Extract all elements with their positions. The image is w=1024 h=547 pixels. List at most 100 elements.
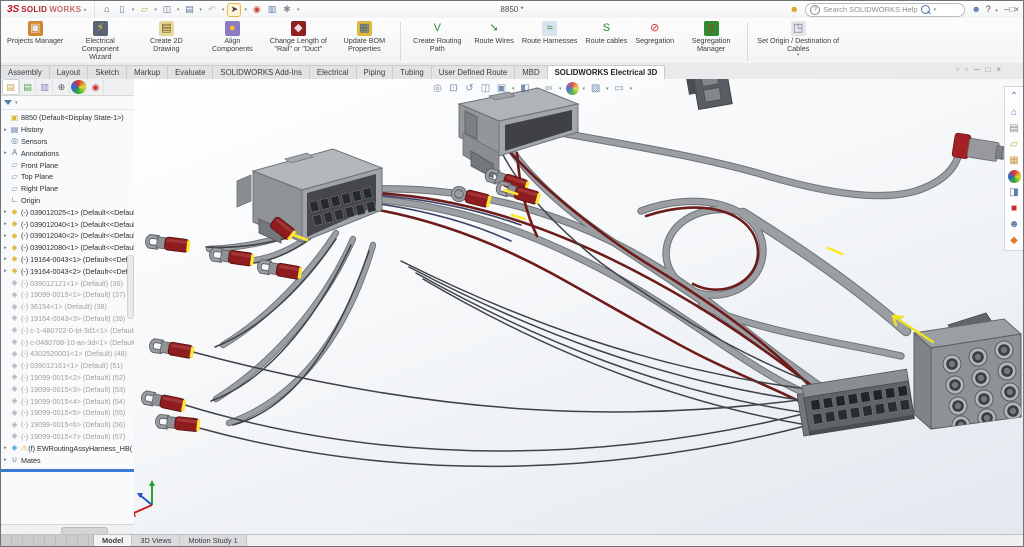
tree-item[interactable]: ◈(-) c-1-480702-0-bt-3d1<1> (Default [1, 324, 134, 336]
new-window-icon[interactable]: ▫ [956, 65, 959, 74]
tree-item[interactable]: ◎Sensors [1, 136, 134, 148]
create-routing-path-button[interactable]: VCreate Routing Path [404, 19, 470, 64]
doc-close-button[interactable]: × [996, 65, 1001, 74]
tree-item[interactable]: ▸◈(-) 039012040<2> (Default<<Default [1, 230, 134, 242]
tab-tubing[interactable]: Tubing [392, 65, 432, 79]
dropdown-caret-icon[interactable]: ▾ [559, 86, 562, 92]
zoom-fit-icon[interactable]: ◎ [431, 82, 444, 95]
view-settings-icon[interactable]: ▭ [613, 82, 626, 95]
dropdown-caret-icon[interactable]: ▾ [512, 86, 515, 92]
tree-item[interactable]: ◈(-) 039012161<1> (Default) (51) [1, 360, 134, 372]
graphics-viewport[interactable]: ◎⊡↺◫▣▾◧▾∞▾▾▧▾▭▾ [134, 79, 1023, 535]
tab-user-defined-route[interactable]: User Defined Route [431, 65, 515, 79]
save-icon[interactable]: ◫ [161, 4, 173, 16]
tree-item[interactable]: ◈(-) 36154<1> (Default) (38) [1, 301, 134, 313]
create-2d-drawing-button[interactable]: ▤Create 2D Drawing [133, 19, 199, 64]
connector-12-socket[interactable] [914, 313, 1022, 434]
tree-item[interactable]: ◈(-) 4302520001<1> (Default) (48) [1, 348, 134, 360]
update-bom-properties-button[interactable]: ▦Update BOM Properties [331, 19, 397, 64]
options-icon[interactable]: ✱ [281, 4, 293, 16]
tree-item[interactable]: ▸◈(-) 039012025<1> (Default<<Default [1, 206, 134, 218]
tab-electrical[interactable]: Electrical [309, 65, 357, 79]
dropdown-caret-icon[interactable]: ▾ [297, 7, 300, 13]
tree-item[interactable]: ▣8850 (Default<Display State-1>) [1, 112, 134, 124]
tree-item[interactable]: ◈(-) 19099-0015<3> (Default) (53) [1, 383, 134, 395]
logo-flyout-icon[interactable]: ▸ [84, 7, 87, 13]
route-harnesses-button[interactable]: ≈Route Harnesses [518, 19, 582, 64]
print-icon[interactable]: ▤ [183, 4, 195, 16]
align-components-button[interactable]: ●Align Components [199, 19, 265, 64]
route-wires-button[interactable]: ➘Route Wires [470, 19, 518, 64]
appearances-scenes-icon[interactable] [1008, 170, 1021, 183]
dropdown-caret-icon[interactable]: ▾ [630, 86, 633, 92]
solidworks-resources-icon[interactable]: ⌂ [1008, 106, 1021, 119]
close-button[interactable]: × [1014, 5, 1019, 14]
tree-item[interactable]: ∟Origin [1, 195, 134, 207]
dropdown-caret-icon[interactable]: ▾ [583, 86, 586, 92]
tab-piping[interactable]: Piping [356, 65, 394, 79]
forum-icon[interactable]: ☻ [1008, 218, 1021, 231]
feedback-icon[interactable]: ☻ [788, 4, 800, 16]
search-icon[interactable] [921, 5, 930, 14]
tree-item[interactable]: ◈(-) 039012121<1> (Default) (36) [1, 277, 134, 289]
bottom-tab-3d-views[interactable]: 3D Views [132, 535, 180, 546]
tree-item[interactable]: ▸AAnnotations [1, 147, 134, 159]
undo-icon[interactable]: ↶ [206, 4, 218, 16]
view-palette-icon[interactable]: ▦ [1008, 154, 1021, 167]
tree-item[interactable]: ▱Front Plane [1, 159, 134, 171]
dropdown-caret-icon[interactable]: ▾ [199, 7, 202, 13]
open-icon[interactable]: ▱ [138, 4, 150, 16]
tree-item[interactable]: ▸◈(-) 19164-0043<2> (Default<<Defau [1, 265, 134, 277]
search-input[interactable]: ? Search SOLIDWORKS Help ▾ [805, 3, 965, 17]
tree-item[interactable]: ▸◈(-) 039012080<1> (Default<<Default [1, 242, 134, 254]
route-cables-button[interactable]: SRoute cables [581, 19, 631, 64]
change-length-of-rail-or-duct-button[interactable]: ◆Change Length of "Rail" or "Duct" [265, 19, 331, 64]
tab-markup[interactable]: Markup [126, 65, 168, 79]
set-origin-destination-of-cables-button[interactable]: ◳Set Origin / Destination of Cables▾ [751, 19, 845, 64]
help-icon[interactable]: ? [982, 4, 994, 16]
tree-scrollbar[interactable] [127, 255, 134, 319]
projects-manager-button[interactable]: ▣Projects Manager [3, 19, 67, 64]
dropdown-caret-icon[interactable]: ▾ [177, 7, 180, 13]
tree-item[interactable]: ◈(-) 19099-0015<6> (Default) (56) [1, 419, 134, 431]
pack-and-go-icon[interactable]: ◆ [1008, 234, 1021, 247]
doc-minimize-button[interactable]: ─ [974, 65, 980, 74]
login-icon[interactable]: ☻ [970, 4, 982, 16]
tree-item[interactable]: ▱Right Plane [1, 183, 134, 195]
filter-icon[interactable] [4, 100, 12, 105]
home-icon[interactable]: ⌂ [101, 4, 113, 16]
display-pane-icon[interactable]: ▥ [266, 4, 278, 16]
previous-view-icon[interactable]: ↺ [463, 82, 476, 95]
design-library-icon[interactable]: ▤ [1008, 122, 1021, 135]
bottom-tab-motion-study-1[interactable]: Motion Study 1 [180, 535, 246, 546]
dropdown-caret-icon[interactable]: ▾ [154, 7, 157, 13]
tree-item[interactable]: ◈(-) 19099-0015<2> (Default) (52) [1, 372, 134, 384]
dropdown-caret-icon[interactable]: ▾ [244, 7, 247, 13]
collapse-chevron-icon[interactable]: ⌃ [1008, 90, 1021, 103]
featuremanager-tab-icon[interactable]: ▤ [3, 80, 19, 94]
select-tool-icon[interactable]: ➤ [228, 4, 240, 16]
tree-item[interactable]: ◈(-) 19164-0043<3> (Default) (39) [1, 313, 134, 325]
propertymanager-tab-icon[interactable]: ▤ [20, 80, 36, 94]
dropdown-caret-icon[interactable]: ▾ [995, 8, 998, 14]
electrical-manager-tab-icon[interactable]: ◉ [88, 80, 104, 94]
filter-caret-icon[interactable]: ▾ [15, 100, 18, 106]
display-style-icon[interactable]: ◧ [519, 82, 532, 95]
electrical-component-wizard-button[interactable]: ⚡Electrical Component Wizard [67, 19, 133, 64]
dimxpertmanager-tab-icon[interactable]: ⊕ [54, 80, 70, 94]
edit-appearance-icon[interactable] [566, 82, 579, 95]
tab-evaluate[interactable]: Evaluate [167, 65, 213, 79]
tree-item[interactable]: ▸▤History [1, 124, 134, 136]
tab-solidworks-add-ins[interactable]: SOLIDWORKS Add-Ins [212, 65, 309, 79]
tree-item[interactable]: ◈(-) c-0480708-10-an-3d<1> (Default [1, 336, 134, 348]
hide-show-items-icon[interactable]: ∞ [542, 82, 555, 95]
apply-scene-quick-icon[interactable]: ◉ [251, 4, 263, 16]
bottom-tab-model[interactable]: Model [94, 535, 132, 546]
connector-left-multipin[interactable] [237, 149, 382, 243]
tab-sketch[interactable]: Sketch [87, 65, 127, 79]
dropdown-caret-icon[interactable]: ▾ [536, 86, 539, 92]
tree-item[interactable]: ▸◈(-) 039012040<1> (Default<<Default [1, 218, 134, 230]
tab-solidworks-electrical-3d[interactable]: SOLIDWORKS Electrical 3D [547, 65, 666, 80]
zoom-area-icon[interactable]: ⊡ [447, 82, 460, 95]
configurationmanager-tab-icon[interactable]: ▥ [37, 80, 53, 94]
